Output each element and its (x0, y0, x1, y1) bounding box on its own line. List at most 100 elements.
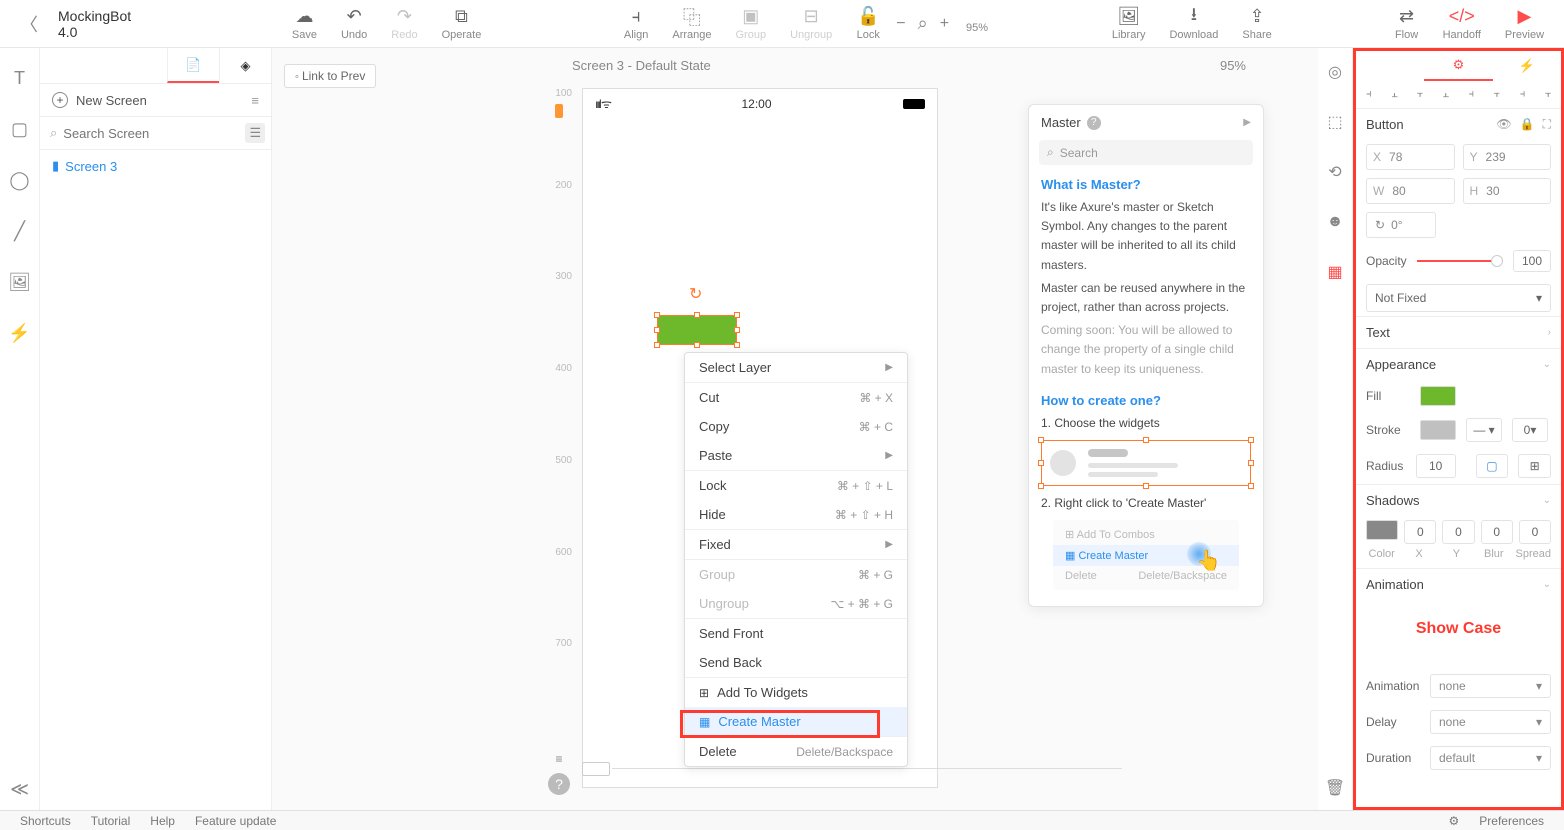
cm-select-layer[interactable]: Select Layer▶ (685, 353, 907, 382)
y-input[interactable]: Y239 (1463, 144, 1552, 170)
collapse-rail-icon[interactable]: ≪ (10, 779, 29, 800)
cm-hide[interactable]: Hide⌘ + ⇧ + H (685, 500, 907, 529)
face-icon[interactable]: ☻ (1323, 210, 1347, 234)
ungroup-button[interactable]: ⊟Ungroup (778, 3, 844, 45)
cm-paste[interactable]: Paste▶ (685, 441, 907, 470)
radius-uniform-icon[interactable]: ▢ (1476, 454, 1509, 478)
shadow-color-swatch[interactable] (1366, 520, 1398, 540)
cm-send-back[interactable]: Send Back (685, 648, 907, 677)
cm-send-front[interactable]: Send Front (685, 619, 907, 648)
undo-button[interactable]: ↶Undo (329, 3, 379, 45)
align-bottom-icon[interactable]: ⫟ (1484, 81, 1510, 108)
footer-tutorial[interactable]: Tutorial (91, 814, 131, 828)
fill-swatch[interactable] (1420, 386, 1456, 406)
hscroll-thumb[interactable] (582, 762, 610, 776)
align-middle-icon[interactable]: ⫞ (1459, 81, 1485, 108)
target-icon[interactable]: ◎ (1323, 60, 1347, 84)
help-icon[interactable]: ? (548, 773, 570, 795)
distribute-v-icon[interactable]: ⫟ (1535, 81, 1561, 108)
template-icon[interactable]: ▦ (1323, 260, 1347, 284)
duration-select[interactable]: default▾ (1430, 746, 1551, 770)
search-screen-input[interactable] (63, 126, 239, 141)
screen-item[interactable]: ▮ Screen 3 (40, 150, 271, 182)
handoff-button[interactable]: </>Handoff (1431, 3, 1493, 45)
stroke-swatch[interactable] (1420, 420, 1456, 440)
expand-icon[interactable]: ⛶ (1543, 117, 1551, 132)
cm-lock[interactable]: Lock⌘ + ⇧ + L (685, 471, 907, 500)
distribute-h-icon[interactable]: ⫞ (1510, 81, 1536, 108)
tab-filter[interactable] (1356, 51, 1424, 81)
shadow-y-input[interactable]: 0 (1442, 520, 1474, 544)
refresh-icon[interactable]: ⟲ (1323, 160, 1347, 184)
help-icon[interactable]: ? (1087, 116, 1101, 130)
download-button[interactable]: ⭳Download (1157, 3, 1230, 45)
w-input[interactable]: W80 (1366, 178, 1455, 204)
arrange-button[interactable]: ⿻Arrange (660, 3, 723, 45)
opacity-value[interactable]: 100 (1513, 250, 1551, 272)
back-button[interactable]: 〈 (8, 11, 50, 37)
link-to-prev-badge[interactable]: ◦ Link to Prev (284, 64, 376, 88)
line-tool-icon[interactable]: ╱ (14, 221, 25, 242)
radius-input[interactable]: 10 (1416, 454, 1456, 478)
opacity-slider[interactable] (1417, 260, 1503, 262)
footer-help[interactable]: Help (150, 814, 175, 828)
x-input[interactable]: X78 (1366, 144, 1455, 170)
shadows-section[interactable]: Shadows⌄ (1356, 484, 1561, 516)
master-header[interactable]: Master ? ▶ (1029, 105, 1263, 140)
trash-icon[interactable]: 🗑 (1323, 776, 1347, 800)
h-input[interactable]: H30 (1463, 178, 1552, 204)
shadow-spread-input[interactable]: 0 (1519, 520, 1551, 544)
tab-pages[interactable]: 📄 (167, 48, 219, 83)
lock-icon[interactable]: 🔒 (1520, 117, 1535, 132)
resize-handle[interactable] (654, 327, 660, 333)
align-center-icon[interactable]: ⫠ (1382, 81, 1408, 108)
cube-icon[interactable]: ⬚ (1323, 110, 1347, 134)
operate-button[interactable]: ⧉Operate (430, 3, 494, 45)
shadow-blur-input[interactable]: 0 (1481, 520, 1513, 544)
cm-copy[interactable]: Copy⌘ + C (685, 412, 907, 441)
image-tool-icon[interactable]: 🖼 (8, 272, 31, 293)
showcase-button[interactable]: Show Case (1356, 600, 1561, 668)
library-button[interactable]: 🖼Library (1100, 3, 1158, 45)
resize-handle[interactable] (734, 327, 740, 333)
tab-interactions[interactable]: ⚡ (1493, 51, 1561, 81)
appearance-section[interactable]: Appearance⌄ (1356, 348, 1561, 380)
stroke-style-select[interactable]: — ▾ (1466, 418, 1502, 442)
resize-handle[interactable] (694, 312, 700, 318)
master-howto-link[interactable]: How to create one? (1029, 389, 1263, 412)
flow-button[interactable]: ⇄Flow (1383, 3, 1431, 45)
resize-handle[interactable] (734, 342, 740, 348)
animation-section[interactable]: Animation⌄ (1356, 568, 1561, 600)
selected-widget-button[interactable]: ↻ (657, 315, 737, 345)
footer-preferences[interactable]: Preferences (1479, 814, 1544, 828)
text-section[interactable]: Text› (1356, 316, 1561, 348)
align-left-icon[interactable]: ⫞ (1356, 81, 1382, 108)
align-right-icon[interactable]: ⫟ (1407, 81, 1433, 108)
settings-icon[interactable]: ≡ (251, 93, 259, 108)
cm-create-master[interactable]: ▦Create Master (685, 707, 907, 736)
resize-handle[interactable] (654, 312, 660, 318)
tab-settings[interactable]: ⚙ (1424, 51, 1492, 81)
zoom-in-button[interactable]: + (936, 11, 953, 37)
text-tool-icon[interactable]: T (14, 68, 25, 89)
tab-layers[interactable]: ◈ (219, 48, 271, 83)
align-top-icon[interactable]: ⫠ (1433, 81, 1459, 108)
lock-button[interactable]: 🔓Lock (844, 3, 892, 45)
resize-handle[interactable] (654, 342, 660, 348)
new-screen-button[interactable]: + New Screen ≡ (40, 84, 271, 117)
master-search[interactable]: ⌕Search (1039, 140, 1253, 165)
rect-tool-icon[interactable]: ▢ (11, 119, 28, 140)
group-button[interactable]: ▣Group (724, 3, 779, 45)
canvas-area[interactable]: ◦ Link to Prev Screen 3 - Default State … (272, 48, 1318, 810)
resize-handle[interactable] (694, 342, 700, 348)
shadow-x-input[interactable]: 0 (1404, 520, 1436, 544)
delay-select[interactable]: none▾ (1430, 710, 1551, 734)
cm-add-widgets[interactable]: ⊞Add To Widgets (685, 678, 907, 707)
rotate-handle-icon[interactable]: ↻ (689, 284, 702, 304)
redo-button[interactable]: ↷Redo (379, 3, 429, 45)
fixed-select[interactable]: Not Fixed▾ (1366, 284, 1551, 312)
align-button[interactable]: ⫞Align (612, 3, 660, 45)
lightning-tool-icon[interactable]: ⚡ (8, 323, 30, 344)
eye-icon[interactable]: 👁 (1496, 117, 1511, 132)
radius-independent-icon[interactable]: ⊞ (1518, 454, 1551, 478)
